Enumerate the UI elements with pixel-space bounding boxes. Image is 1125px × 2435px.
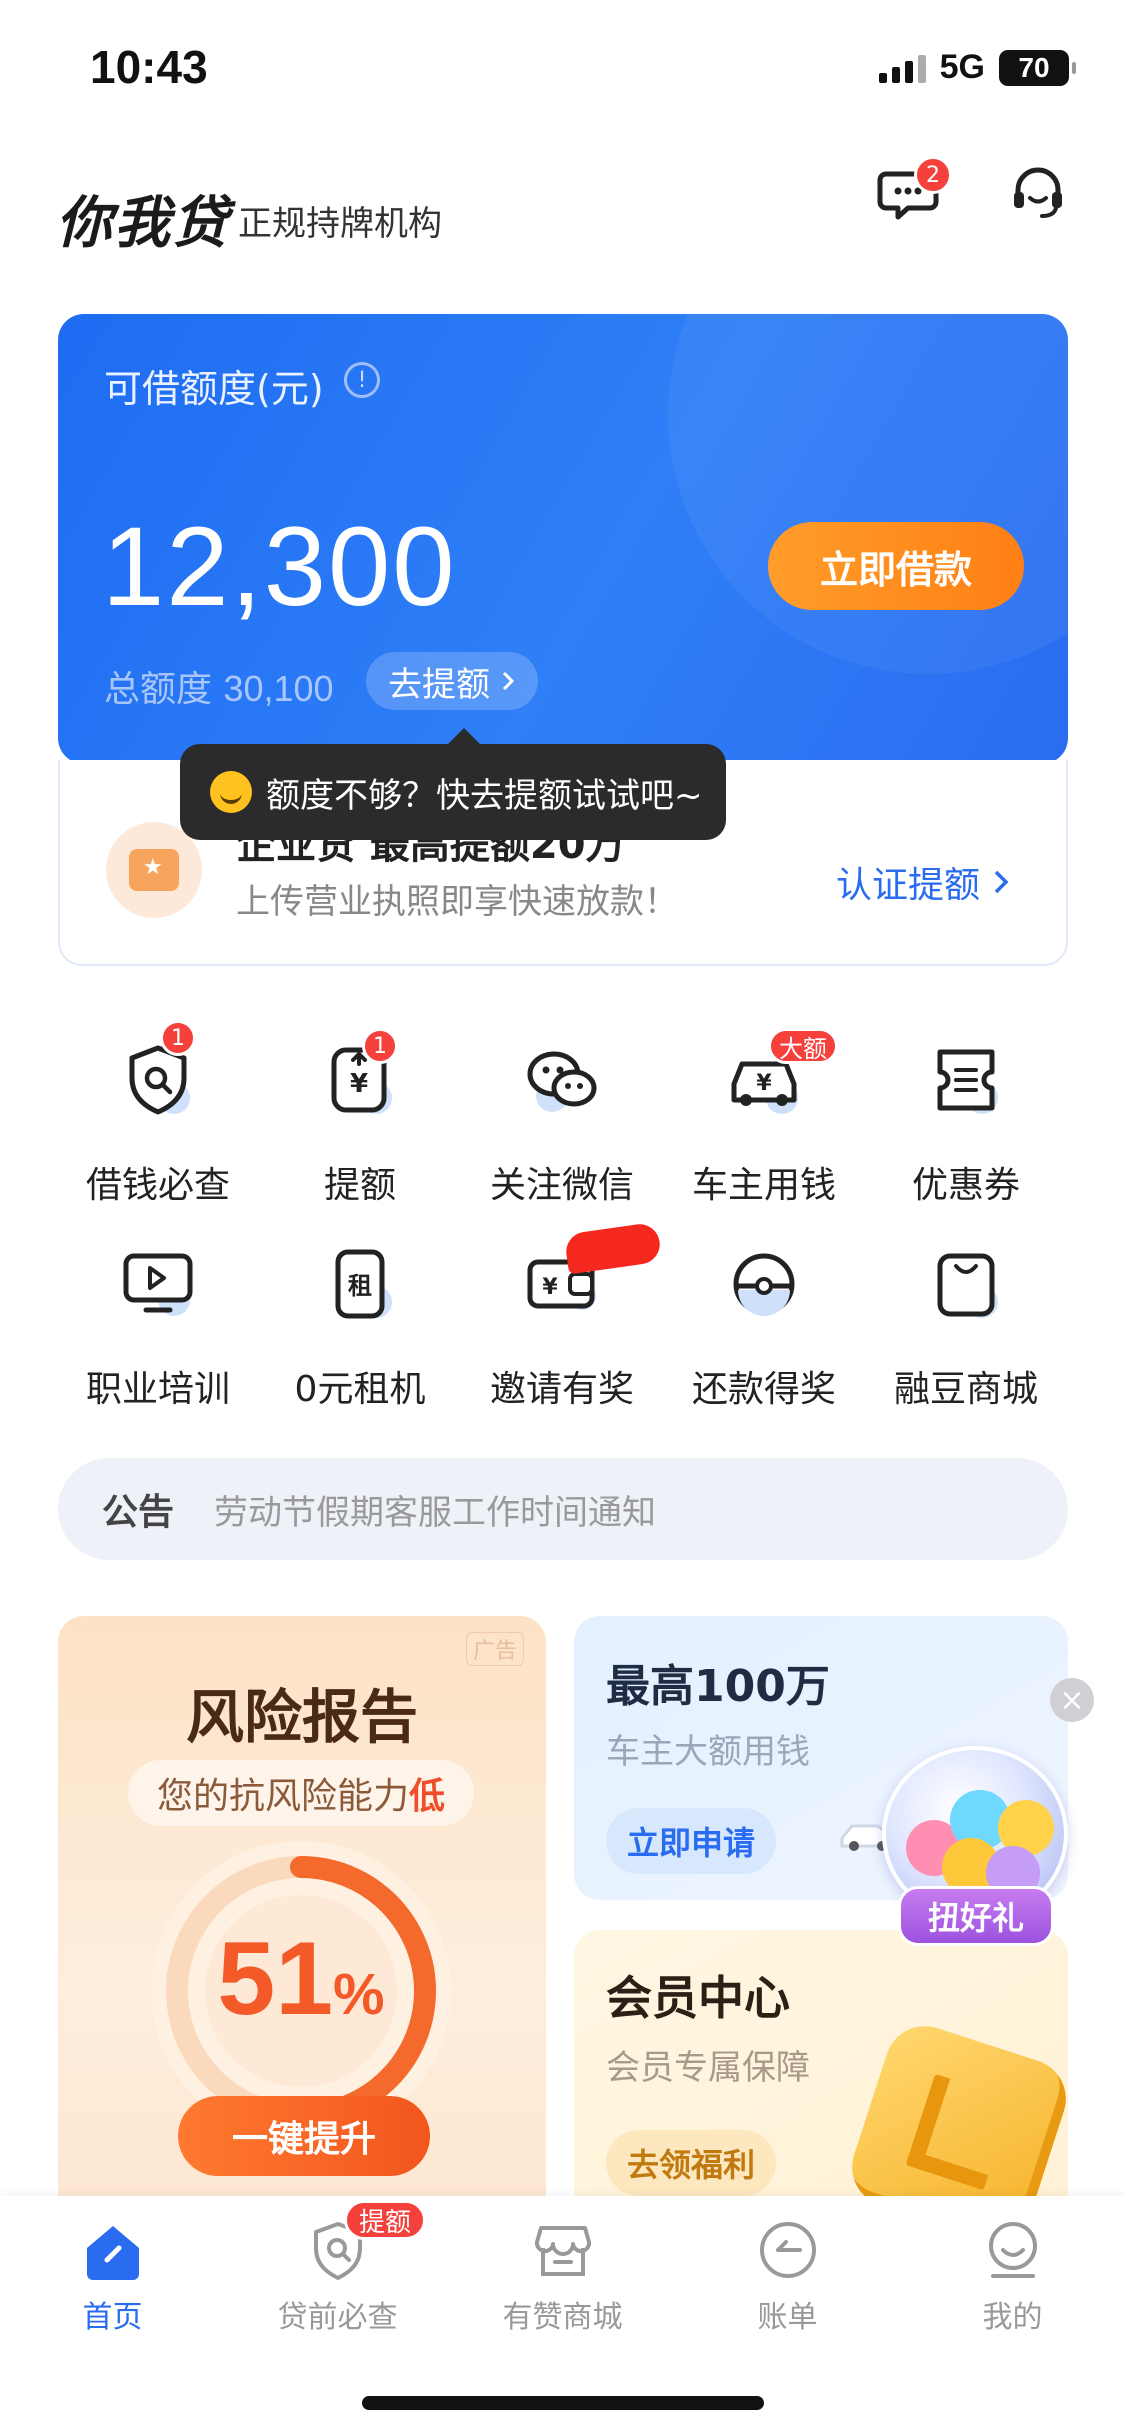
risk-percent-unit: %	[333, 1962, 385, 2027]
grid-label: 职业培训	[85, 1369, 230, 1410]
grid-item-follow-wechat[interactable]: 关注微信	[462, 1040, 662, 1240]
grid-item-rongdou-mall[interactable]: 融豆商城	[866, 1244, 1066, 1444]
grid-label: 0元租机	[294, 1369, 426, 1410]
profile-icon	[981, 2218, 1045, 2282]
grid-label: 融豆商城	[893, 1369, 1038, 1410]
smile-icon	[210, 771, 252, 813]
grid-item-loan-check[interactable]: 借钱必查	[58, 1040, 258, 1240]
wechat-icon	[522, 1040, 602, 1120]
home-indicator	[362, 2396, 764, 2410]
grid-label: 提额	[323, 1165, 396, 1206]
raise-limit-button[interactable]: 去提额	[366, 652, 538, 710]
certify-raise-link[interactable]: 认证提额	[836, 856, 1010, 908]
total-limit-value: 30,100	[223, 668, 334, 709]
risk-report-title: 风险报告	[185, 1683, 418, 1751]
grid-badge: 1	[160, 1020, 196, 1056]
risk-percent-value: 51	[217, 1921, 334, 2037]
ball-icon	[724, 1244, 804, 1324]
announcement-bar[interactable]: 公告 劳动节假期客服工作时间通知	[58, 1458, 1068, 1560]
grid-badge: 1	[362, 1028, 398, 1064]
risk-percent: 51%	[136, 1920, 466, 2039]
car-loan-title: 最高100万	[606, 1661, 830, 1712]
info-icon[interactable]: !	[344, 362, 380, 398]
svg-text:¥: ¥	[756, 1071, 772, 1096]
svg-text:¥: ¥	[350, 1069, 368, 1099]
coupon-icon	[926, 1040, 1006, 1120]
app-logo: 你我贷	[56, 191, 230, 256]
brand-subtitle: 正规持牌机构	[238, 204, 442, 244]
ad-label: 广告	[466, 1632, 525, 1666]
member-center-subtitle: 会员专属保障	[606, 2048, 810, 2088]
phone-rent-icon: 租	[320, 1244, 400, 1324]
grid-badge: 大额	[768, 1028, 838, 1064]
chevron-right-icon	[502, 671, 515, 691]
headset-icon[interactable]	[1006, 160, 1070, 224]
apply-now-button[interactable]: 立即申请	[606, 1808, 776, 1874]
tab-profile[interactable]: 我的	[900, 2212, 1125, 2372]
close-icon[interactable]: ×	[1050, 1678, 1094, 1722]
announcement-tag: 公告	[102, 1492, 175, 1533]
certify-raise-label: 认证提额	[836, 865, 981, 906]
signal-icon	[878, 53, 926, 83]
tab-bills[interactable]: 账单	[675, 2212, 900, 2372]
svg-text:¥: ¥	[542, 1275, 558, 1300]
risk-level-prefix: 您的抗风险能力	[156, 1776, 409, 1817]
credit-limit-card: 可借额度(元) ! 12,300 立即借款 总额度 30,100 去提额	[58, 314, 1068, 764]
grid-label: 关注微信	[489, 1165, 634, 1206]
enterprise-subtitle: 上传营业执照即享快速放款！	[236, 882, 678, 922]
grid-item-job-training[interactable]: 职业培训	[58, 1244, 258, 1444]
tab-home[interactable]: 首页	[0, 2212, 225, 2372]
grid-label: 邀请有奖	[489, 1369, 634, 1410]
grid-item-raise-limit[interactable]: ¥ 提额	[260, 1040, 460, 1240]
tab-badge: 提额	[344, 2200, 427, 2240]
status-time: 10:43	[90, 41, 208, 93]
battery-icon: 70	[999, 49, 1076, 86]
svg-text:租: 租	[348, 1272, 372, 1300]
store-icon	[531, 2218, 595, 2282]
raise-limit-label: 去提额	[388, 664, 490, 705]
grid-label: 借钱必查	[85, 1165, 230, 1206]
gacha-gift-widget[interactable]: 扭好礼	[872, 1746, 1078, 1956]
car-loan-subtitle: 车主大额用钱	[606, 1732, 810, 1772]
available-limit-label: 可借额度(元)	[104, 367, 324, 411]
tab-label: 我的	[982, 2300, 1043, 2335]
announcement-text: 劳动节假期客服工作时间通知	[214, 1492, 657, 1533]
grid-label: 优惠券	[911, 1165, 1020, 1206]
tab-label: 账单	[757, 2300, 818, 2335]
grid-item-car-owner-loan[interactable]: ¥ 车主用钱	[664, 1040, 864, 1240]
shopping-bag-icon	[926, 1244, 1006, 1324]
gacha-gift-label: 扭好礼	[898, 1886, 1054, 1946]
chevron-right-icon	[994, 870, 1009, 894]
raise-limit-tooltip: 额度不够？快去提额试试吧~	[180, 728, 726, 840]
tab-youzan-mall[interactable]: 有赞商城	[450, 2212, 675, 2372]
tooltip-text: 额度不够？快去提额试试吧~	[266, 775, 703, 816]
tab-label: 首页	[82, 2300, 143, 2335]
member-center-title: 会员中心	[606, 1971, 790, 2025]
available-amount: 12,300	[102, 504, 457, 629]
bill-icon	[756, 2218, 820, 2282]
risk-level-pill: 您的抗风险能力低	[128, 1760, 474, 1826]
grid-label: 还款得奖	[691, 1369, 836, 1410]
grid-item-zero-rent-phone[interactable]: 租 0元租机	[260, 1244, 460, 1444]
borrow-now-button[interactable]: 立即借款	[768, 522, 1024, 610]
tab-label: 贷前必查	[277, 2300, 398, 2335]
one-click-improve-button[interactable]: 一键提升	[178, 2096, 430, 2176]
grid-item-coupons[interactable]: 优惠券	[866, 1040, 1066, 1240]
tab-label: 有赞商城	[502, 2300, 623, 2335]
grid-item-repay-reward[interactable]: 还款得奖	[664, 1244, 864, 1444]
grid-item-invite-reward[interactable]: ¥ 邀请有奖	[462, 1244, 662, 1444]
risk-level-value: 低	[409, 1776, 446, 1817]
message-count-badge: 2	[914, 156, 952, 194]
grid-label: 车主用钱	[691, 1165, 836, 1206]
network-label: 5G	[939, 48, 985, 86]
total-limit-label: 总额度	[104, 669, 213, 710]
home-icon	[81, 2218, 145, 2282]
total-limit: 总额度 30,100	[104, 660, 334, 712]
video-board-icon	[118, 1244, 198, 1324]
status-indicators: 5G 70	[878, 48, 1076, 87]
claim-benefits-button[interactable]: 去领福利	[606, 2130, 776, 2196]
